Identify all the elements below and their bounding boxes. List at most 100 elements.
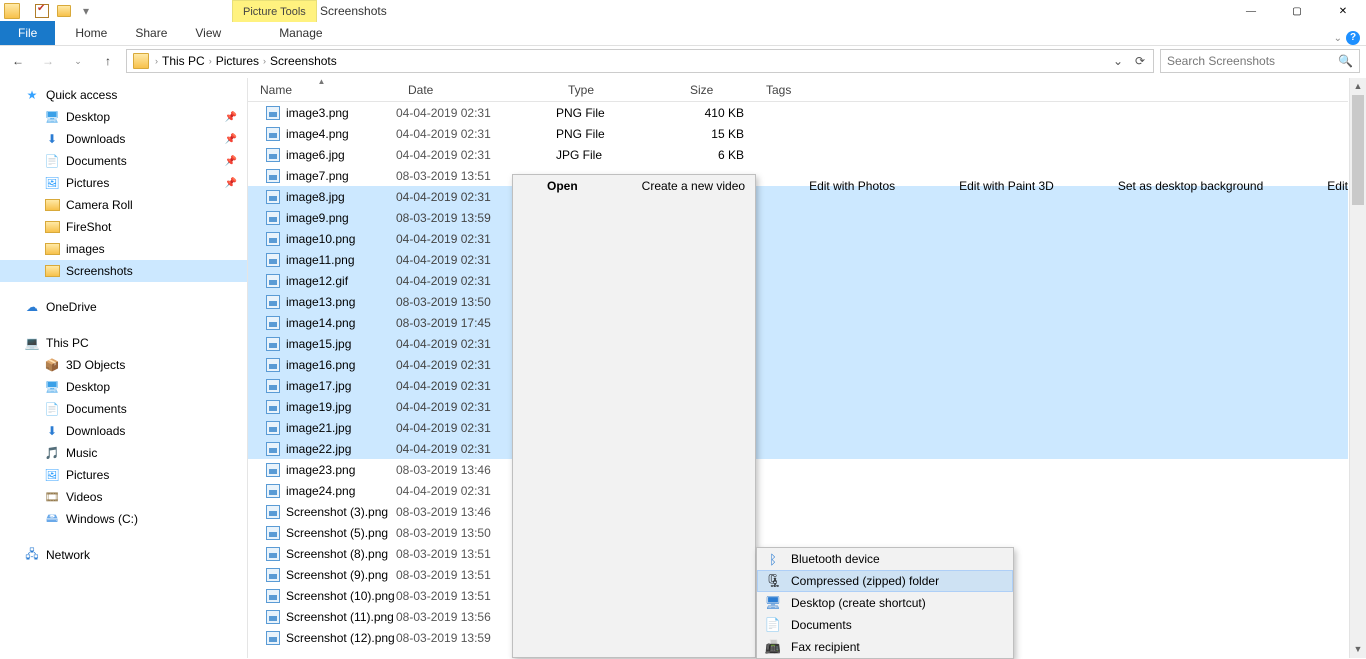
file-row[interactable]: image23.png08-03-2019 13:46 <box>248 459 1348 480</box>
refresh-icon[interactable]: ⟳ <box>1129 54 1151 68</box>
crumb-screenshots[interactable]: Screenshots <box>268 54 339 68</box>
tab-home[interactable]: Home <box>61 21 121 45</box>
crumb-sep-icon[interactable]: › <box>153 56 160 66</box>
qat-customize[interactable]: ▾ <box>76 2 96 20</box>
file-row[interactable]: image21.jpg04-04-2019 02:31 <box>248 417 1348 438</box>
col-date[interactable]: Date <box>396 78 556 101</box>
file-size: 15 KB <box>678 127 754 141</box>
ribbon-expand-icon[interactable]: ⌄ <box>1334 33 1342 44</box>
scroll-up-icon[interactable]: ▲ <box>1350 78 1366 95</box>
search-icon[interactable]: 🔍 <box>1338 54 1353 68</box>
nav-images[interactable]: images <box>0 238 247 260</box>
file-row[interactable]: image4.png04-04-2019 02:31PNG File15 KB <box>248 123 1348 144</box>
nav-label: Camera Roll <box>66 198 133 212</box>
crumb-sep-icon[interactable]: › <box>207 56 214 66</box>
file-row[interactable]: image6.jpg04-04-2019 02:31JPG File6 KB <box>248 144 1348 165</box>
nav-fireshot[interactable]: FireShot <box>0 216 247 238</box>
ctx-open[interactable]: Open <box>513 175 608 197</box>
ctx-edit[interactable]: Edit <box>1293 175 1366 197</box>
file-row[interactable]: image13.png08-03-2019 13:50 <box>248 291 1348 312</box>
col-type[interactable]: Type <box>556 78 678 101</box>
close-button[interactable]: ✕ <box>1320 0 1366 22</box>
nav-3dobjects[interactable]: 📦3D Objects <box>0 354 247 376</box>
pin-icon: 📌 <box>225 156 237 167</box>
nav-cameraroll[interactable]: Camera Roll <box>0 194 247 216</box>
nav-desktop2[interactable]: 🖥Desktop <box>0 376 247 398</box>
qat-properties[interactable] <box>32 2 52 20</box>
file-type: PNG File <box>556 127 678 141</box>
nav-forward-button[interactable]: → <box>36 49 60 73</box>
nav-label: Documents <box>66 402 127 416</box>
address-row: ← → ⌄ ↑ › This PC › Pictures › Screensho… <box>0 46 1366 76</box>
nav-documents[interactable]: 📄Documents📌 <box>0 150 247 172</box>
crumb-thispc[interactable]: This PC <box>160 54 207 68</box>
file-row[interactable]: image16.png04-04-2019 02:31 <box>248 354 1348 375</box>
nav-downloads[interactable]: ⬇Downloads📌 <box>0 128 247 150</box>
tab-view[interactable]: View <box>181 21 235 45</box>
col-tags[interactable]: Tags <box>754 78 1348 101</box>
image-file-icon <box>266 106 280 120</box>
maximize-button[interactable]: ▢ <box>1274 0 1320 22</box>
file-row[interactable]: image3.png04-04-2019 02:31PNG File410 KB <box>248 102 1348 123</box>
app-icon[interactable] <box>4 3 20 19</box>
file-row[interactable]: Screenshot (3).png08-03-2019 13:46 <box>248 501 1348 522</box>
tab-share[interactable]: Share <box>121 21 181 45</box>
image-file-icon <box>266 127 280 141</box>
nav-pictures2[interactable]: 🖼Pictures <box>0 464 247 486</box>
nav-desktop[interactable]: 🖥Desktop📌 <box>0 106 247 128</box>
nav-recent-button[interactable]: ⌄ <box>66 49 90 73</box>
nav-label: Pictures <box>66 468 109 482</box>
ctx-edit-photos[interactable]: Edit with Photos <box>775 175 925 197</box>
nav-up-button[interactable]: ↑ <box>96 49 120 73</box>
file-row[interactable]: image10.png04-04-2019 02:31 <box>248 228 1348 249</box>
sendto-documents[interactable]: 📄Documents <box>757 614 1013 636</box>
file-row[interactable]: image15.jpg04-04-2019 02:31 <box>248 333 1348 354</box>
nav-label: Windows (C:) <box>66 512 138 526</box>
nav-videos[interactable]: 🎞Videos <box>0 486 247 508</box>
image-file-icon <box>266 211 280 225</box>
ctx-edit-paint3d[interactable]: Edit with Paint 3D <box>925 175 1084 197</box>
tab-file[interactable]: File <box>0 21 55 45</box>
file-row[interactable]: image19.jpg04-04-2019 02:31 <box>248 396 1348 417</box>
image-file-icon <box>266 358 280 372</box>
nav-onedrive[interactable]: ☁OneDrive <box>0 296 247 318</box>
sendto-bluetooth[interactable]: ᛒBluetooth device <box>757 548 1013 570</box>
nav-network[interactable]: 🖧Network <box>0 544 247 566</box>
nav-pictures[interactable]: 🖼Pictures📌 <box>0 172 247 194</box>
minimize-button[interactable]: — <box>1228 0 1274 22</box>
file-row[interactable]: image22.jpg04-04-2019 02:31 <box>248 438 1348 459</box>
search-input[interactable]: Search Screenshots 🔍 <box>1160 49 1360 73</box>
address-bar[interactable]: › This PC › Pictures › Screenshots ⌄ ⟳ <box>126 49 1154 73</box>
file-row[interactable]: image17.jpg04-04-2019 02:31 <box>248 375 1348 396</box>
col-size[interactable]: Size <box>678 78 754 101</box>
file-row[interactable]: image11.png04-04-2019 02:31 <box>248 249 1348 270</box>
ctx-set-wallpaper[interactable]: Set as desktop background <box>1084 175 1293 197</box>
crumb-pictures[interactable]: Pictures <box>214 54 261 68</box>
help-icon[interactable]: ? <box>1346 31 1360 45</box>
file-row[interactable]: image14.png08-03-2019 17:45 <box>248 312 1348 333</box>
nav-screenshots[interactable]: Screenshots <box>0 260 247 282</box>
nav-thispc[interactable]: 💻This PC <box>0 332 247 354</box>
nav-documents2[interactable]: 📄Documents <box>0 398 247 420</box>
col-name[interactable]: ▲Name <box>248 78 396 101</box>
file-row[interactable]: image24.png04-04-2019 02:31 <box>248 480 1348 501</box>
file-row[interactable]: image9.png08-03-2019 13:59 <box>248 207 1348 228</box>
nav-downloads2[interactable]: ⬇Downloads <box>0 420 247 442</box>
address-history-icon[interactable]: ⌄ <box>1107 54 1129 68</box>
ctx-create-video[interactable]: Create a new video <box>608 175 775 197</box>
nav-cdrive[interactable]: 🖴Windows (C:) <box>0 508 247 530</box>
nav-back-button[interactable]: ← <box>6 49 30 73</box>
sendto-compressed-folder[interactable]: 🗜Compressed (zipped) folder <box>757 570 1013 592</box>
crumb-sep-icon[interactable]: › <box>261 56 268 66</box>
file-row[interactable]: Screenshot (5).png08-03-2019 13:50 <box>248 522 1348 543</box>
file-row[interactable]: image12.gif04-04-2019 02:31 <box>248 270 1348 291</box>
vertical-scrollbar[interactable]: ▲ ▼ <box>1349 78 1366 658</box>
sendto-fax[interactable]: 📠Fax recipient <box>757 636 1013 658</box>
sendto-desktop-shortcut[interactable]: 🖥Desktop (create shortcut) <box>757 592 1013 614</box>
tab-manage[interactable]: Manage <box>265 21 336 45</box>
qat-newfolder[interactable] <box>54 2 74 20</box>
nav-quick-access[interactable]: ★Quick access <box>0 84 247 106</box>
nav-music[interactable]: 🎵Music <box>0 442 247 464</box>
nav-label: Pictures <box>66 176 109 190</box>
scroll-down-icon[interactable]: ▼ <box>1350 641 1366 658</box>
